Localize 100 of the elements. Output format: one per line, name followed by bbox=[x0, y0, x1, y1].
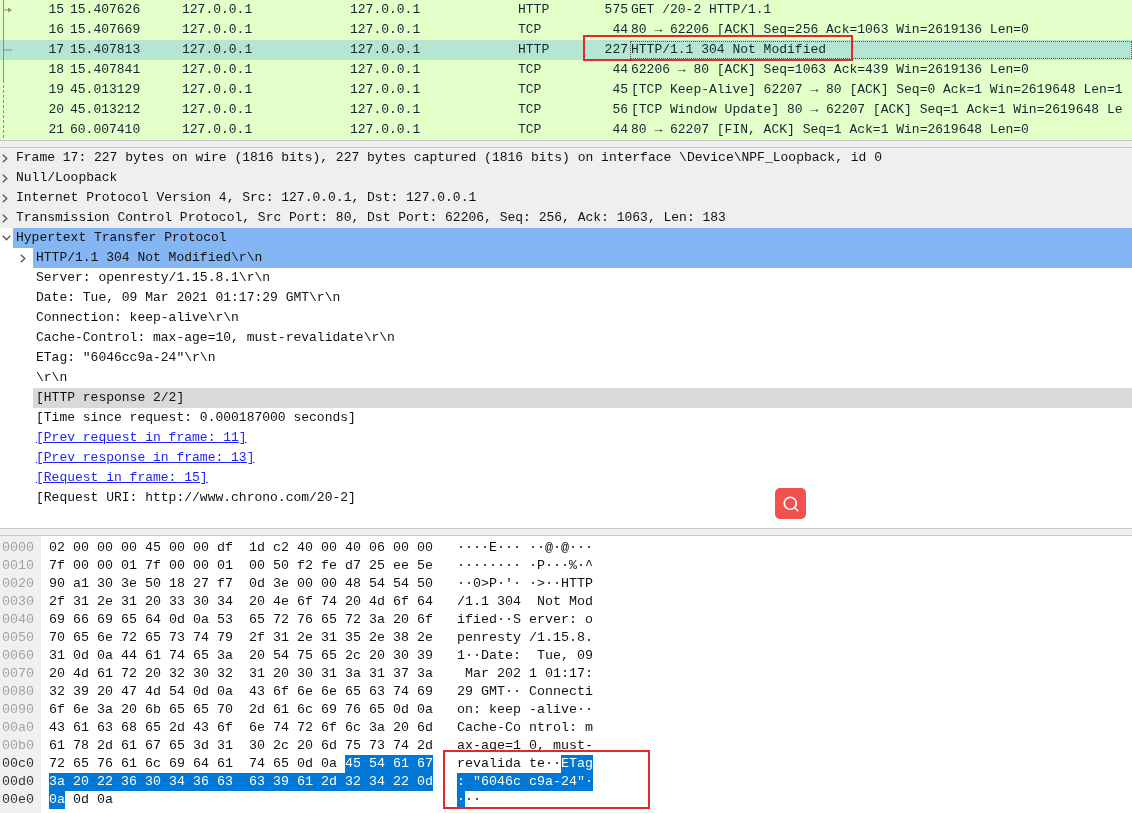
source-address: 127.0.0.1 bbox=[182, 2, 253, 18]
hex-bytes[interactable]: 43 61 63 68 65 2d 43 6f 6e 74 72 6f 6c 3a 20 6d bbox=[49, 719, 433, 737]
ascii-text[interactable]: ··0>P·'· ·>··HTTP bbox=[457, 575, 593, 593]
hex-bytes[interactable]: 32 39 20 47 4d 54 0d 0a 43 6f 6e 6e 65 63 74 69 bbox=[49, 683, 433, 701]
chevron-right-icon[interactable] bbox=[2, 193, 8, 203]
packet-time: 15.407626 bbox=[70, 2, 141, 18]
ascii-text[interactable]: 1··Date: Tue, 09 bbox=[457, 647, 593, 665]
packet-time: 45.013129 bbox=[70, 82, 141, 98]
source-address: 127.0.0.1 bbox=[182, 42, 253, 58]
ascii-text[interactable]: ·· bbox=[465, 791, 481, 809]
hex-bytes[interactable]: 69 66 69 65 64 0d 0a 53 65 72 76 65 72 3a 20 6f bbox=[49, 611, 433, 629]
hex-bytes[interactable]: 61 78 2d 61 67 65 3d 31 30 2c 20 6d 75 73 74 2d bbox=[49, 737, 433, 755]
tree-item[interactable]: \r\n bbox=[36, 368, 68, 388]
packet-time: 45.013212 bbox=[70, 102, 141, 118]
byte-offset: 0010 bbox=[2, 557, 34, 575]
packet-time: 15.407669 bbox=[70, 22, 141, 38]
hex-bytes[interactable]: 3a 20 22 36 30 34 36 63 63 39 61 2d 32 34 22 0d bbox=[49, 773, 433, 791]
hex-bytes[interactable]: 0a bbox=[49, 791, 65, 809]
protocol-name: TCP bbox=[518, 122, 542, 138]
byte-offset: 0050 bbox=[2, 629, 34, 647]
packet-length: 575 bbox=[604, 2, 628, 18]
ascii-text[interactable]: penresty /1.15.8. bbox=[457, 629, 593, 647]
hex-bytes[interactable]: 31 0d 0a 44 61 74 65 3a 20 54 75 65 2c 20 30 39 bbox=[49, 647, 433, 665]
packet-number: 20 bbox=[48, 102, 64, 118]
ascii-text[interactable]: ax-age=1 0, must- bbox=[457, 737, 593, 755]
ascii-text[interactable]: ········ ·P···%·^ bbox=[457, 557, 593, 575]
chevron-down-icon[interactable] bbox=[2, 235, 11, 241]
ascii-text[interactable]: · bbox=[457, 791, 465, 809]
tree-item[interactable]: [HTTP response 2/2] bbox=[36, 388, 185, 408]
tree-item[interactable]: Connection: keep-alive\r\n bbox=[36, 308, 239, 328]
hex-bytes[interactable]: 0d 0a bbox=[73, 791, 113, 809]
byte-offset: 00a0 bbox=[2, 719, 34, 737]
hex-bytes[interactable]: 70 65 6e 72 65 73 74 79 2f 31 2e 31 35 2e 38 2e bbox=[49, 629, 433, 647]
ascii-text[interactable]: Mar 202 1 01:17: bbox=[457, 665, 593, 683]
tree-item[interactable]: Cache-Control: max-age=10, must-revalidate\r\n bbox=[36, 328, 395, 348]
packet-number: 15 bbox=[48, 2, 64, 18]
packet-row[interactable]: 19 45.013129 127.0.0.1 127.0.0.1 TCP 45 [TCP Keep-Alive] 62207 → 80 [ACK] Seq=0 Ack=1 Win=2619648 Len=1 bbox=[0, 80, 1132, 100]
ascii-text[interactable]: ····E··· ··@·@··· bbox=[457, 539, 593, 557]
search-button[interactable] bbox=[775, 488, 806, 519]
hex-bytes[interactable]: 02 00 00 00 45 00 00 df 1d c2 40 00 40 06 00 00 bbox=[49, 539, 433, 557]
hex-bytes[interactable]: 2f 31 2e 31 20 33 30 34 20 4e 6f 74 20 4d 6f 64 bbox=[49, 593, 433, 611]
packet-length: 44 bbox=[612, 22, 628, 38]
packet-info: GET /20-2 HTTP/1.1 bbox=[631, 2, 772, 18]
tree-item[interactable]: [Time since request: 0.000187000 seconds] bbox=[36, 408, 356, 428]
hex-bytes[interactable]: 7f 00 00 01 7f 00 00 01 00 50 f2 fe d7 25 ee 5e bbox=[49, 557, 433, 575]
packet-row[interactable]: 15 15.407626 127.0.0.1 127.0.0.1 HTTP 575 GET /20-2 HTTP/1.1 bbox=[0, 0, 1132, 20]
frame-link[interactable]: [Prev request in frame: 11] bbox=[36, 428, 247, 448]
destination-address: 127.0.0.1 bbox=[350, 2, 421, 18]
tree-item[interactable]: Date: Tue, 09 Mar 2021 01:17:29 GMT\r\n bbox=[36, 288, 341, 308]
ascii-text[interactable]: /1.1 304 Not Mod bbox=[457, 593, 593, 611]
packet-number: 21 bbox=[48, 122, 64, 138]
protocol-name: TCP bbox=[518, 102, 542, 118]
frame-link[interactable]: [Prev response in frame: 13] bbox=[36, 448, 255, 468]
source-address: 127.0.0.1 bbox=[182, 22, 253, 38]
byte-offset: 0030 bbox=[2, 593, 34, 611]
hex-bytes[interactable]: 6f 6e 3a 20 6b 65 65 70 2d 61 6c 69 76 65 0d 0a bbox=[49, 701, 433, 719]
destination-address: 127.0.0.1 bbox=[350, 102, 421, 118]
byte-offset: 0040 bbox=[2, 611, 34, 629]
packet-row[interactable]: 17 15.407813 127.0.0.1 127.0.0.1 HTTP 227 HTTP/1.1 304 Not Modified bbox=[0, 40, 1132, 60]
frame-link[interactable]: [Request in frame: 15] bbox=[36, 468, 208, 488]
destination-address: 127.0.0.1 bbox=[350, 62, 421, 78]
packet-info: [TCP Window Update] 80 → 62207 [ACK] Seq=1 Ack=1 Win=2619648 Le bbox=[631, 102, 1123, 118]
protocol-name: TCP bbox=[518, 82, 542, 98]
destination-address: 127.0.0.1 bbox=[350, 42, 421, 58]
byte-offset: 0070 bbox=[2, 665, 34, 683]
source-address: 127.0.0.1 bbox=[182, 62, 253, 78]
protocol-name: HTTP bbox=[518, 2, 550, 18]
tree-item[interactable]: Server: openresty/1.15.8.1\r\n bbox=[36, 268, 271, 288]
packet-length: 44 bbox=[612, 122, 628, 138]
destination-address: 127.0.0.1 bbox=[350, 22, 421, 38]
chevron-right-icon[interactable] bbox=[2, 213, 8, 223]
packet-info: [TCP Keep-Alive] 62207 → 80 [ACK] Seq=0 Ack=1 Win=2619648 Len=1 bbox=[631, 82, 1123, 98]
hex-bytes[interactable]: 90 a1 30 3e 50 18 27 f7 0d 3e 00 00 48 54 54 50 bbox=[49, 575, 433, 593]
chevron-right-icon[interactable] bbox=[20, 253, 26, 263]
tree-item[interactable]: Hypertext Transfer Protocol bbox=[13, 228, 1132, 248]
byte-offset: 0090 bbox=[2, 701, 34, 719]
hex-bytes[interactable]: 45 54 61 67 bbox=[344, 755, 433, 773]
ascii-text[interactable]: ETag bbox=[561, 755, 593, 773]
ascii-text[interactable]: on: keep -alive·· bbox=[457, 701, 593, 719]
ascii-text[interactable]: ified··S erver: o bbox=[457, 611, 593, 629]
packet-number: 18 bbox=[48, 62, 64, 78]
packet-length: 227 bbox=[604, 42, 628, 58]
packet-length: 45 bbox=[612, 82, 628, 98]
byte-offset: 00d0 bbox=[2, 773, 34, 791]
packet-row[interactable]: 20 45.013212 127.0.0.1 127.0.0.1 TCP 56 [TCP Window Update] 80 → 62207 [ACK] Seq=1 Ack=1 Win=2619648 Le bbox=[0, 100, 1132, 120]
chevron-right-icon[interactable] bbox=[2, 173, 8, 183]
ascii-text[interactable]: 29 GMT·· Connecti bbox=[457, 683, 593, 701]
packet-row[interactable]: 18 15.407841 127.0.0.1 127.0.0.1 TCP 44 62206 → 80 [ACK] Seq=1063 Ack=439 Win=2619136 Len=0 bbox=[0, 60, 1132, 80]
source-address: 127.0.0.1 bbox=[182, 122, 253, 138]
hex-bytes[interactable]: 72 65 76 61 6c 69 64 61 74 65 0d 0a bbox=[49, 755, 337, 773]
ascii-text[interactable]: : "6046c c9a-24"· bbox=[457, 773, 593, 791]
chevron-right-icon[interactable] bbox=[2, 153, 8, 163]
hex-bytes[interactable]: 20 4d 61 72 20 32 30 32 31 20 30 31 3a 31 37 3a bbox=[49, 665, 433, 683]
tree-item[interactable]: [Request URI: http://www.chrono.com/20-2] bbox=[36, 488, 356, 508]
packet-row[interactable]: 21 60.007410 127.0.0.1 127.0.0.1 TCP 44 80 → 62207 [FIN, ACK] Seq=1 Ack=1 Win=2619648 Len=0 bbox=[0, 120, 1132, 140]
ascii-text[interactable]: revalida te·· bbox=[457, 755, 561, 773]
tree-item[interactable]: ETag: "6046cc9a-24"\r\n bbox=[36, 348, 216, 368]
ascii-text[interactable]: Cache-Co ntrol: m bbox=[457, 719, 593, 737]
byte-offset: 0080 bbox=[2, 683, 34, 701]
packet-number: 19 bbox=[48, 82, 64, 98]
